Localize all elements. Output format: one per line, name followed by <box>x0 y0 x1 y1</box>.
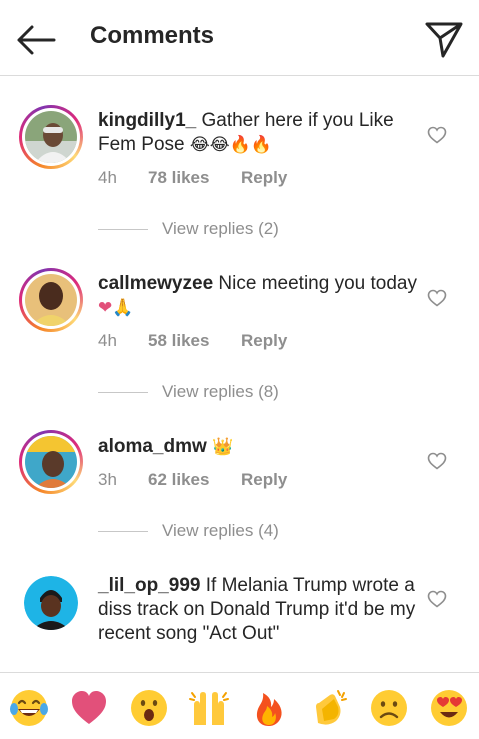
heart-outline-icon <box>427 452 447 470</box>
divider-line <box>98 530 148 532</box>
heart-outline-icon <box>427 126 447 144</box>
comment-username[interactable]: callmewyzee <box>98 273 213 294</box>
like-button[interactable] <box>427 590 447 608</box>
comment-emojis: 😂😂🔥🔥 <box>189 135 272 155</box>
emoji-quick-bar <box>0 672 479 739</box>
comment-meta: 4h 58 likes Reply <box>98 331 287 351</box>
emoji-tears-of-joy-icon[interactable] <box>8 687 50 729</box>
top-bar: Comments <box>0 0 479 76</box>
comment-time: 3h <box>98 470 117 489</box>
page-title: Comments <box>90 22 215 49</box>
comment-likes[interactable]: 78 likes <box>148 168 241 188</box>
view-replies-button[interactable]: View replies (2) <box>98 219 279 239</box>
emoji-heart-icon[interactable] <box>68 687 110 729</box>
comment-meta: 4h 78 likes Reply <box>98 168 287 188</box>
avatar[interactable] <box>19 105 83 169</box>
like-button[interactable] <box>427 289 447 307</box>
comment-username[interactable]: kingdilly1_ <box>98 110 196 131</box>
divider-line <box>98 391 148 393</box>
emoji-fire-icon[interactable] <box>248 687 290 729</box>
avatar[interactable] <box>19 430 83 494</box>
emoji-heart-eyes-icon[interactable] <box>428 687 470 729</box>
comment-likes[interactable]: 62 likes <box>148 470 241 490</box>
view-replies-button[interactable]: View replies (4) <box>98 521 279 541</box>
comment-emojis: ❤🙏 <box>98 298 134 318</box>
reply-button[interactable]: Reply <box>241 168 287 188</box>
paper-plane-icon <box>425 22 463 58</box>
emoji-clapping-hands-icon[interactable] <box>308 687 350 729</box>
comment-text: callmewyzee Nice meeting you today ❤🙏 <box>98 272 420 320</box>
comment-meta: 3h 62 likes Reply <box>98 470 287 490</box>
comment-emojis: 👑 <box>212 437 234 457</box>
comment-body: Nice meeting you today <box>213 273 417 294</box>
avatar[interactable] <box>24 576 78 630</box>
comment-username[interactable]: _lil_op_999 <box>98 575 200 596</box>
avatar[interactable] <box>19 268 83 332</box>
back-button[interactable] <box>14 20 58 60</box>
like-button[interactable] <box>427 126 447 144</box>
emoji-raised-hands-icon[interactable] <box>188 687 230 729</box>
reply-button[interactable]: Reply <box>241 331 287 351</box>
arrow-left-icon <box>17 25 56 55</box>
emoji-surprised-icon[interactable] <box>128 687 170 729</box>
share-button[interactable] <box>423 18 465 60</box>
heart-outline-icon <box>427 289 447 307</box>
view-replies-button[interactable]: View replies (8) <box>98 382 279 402</box>
view-replies-label: View replies (8) <box>162 382 279 401</box>
comment-time: 4h <box>98 331 117 350</box>
emoji-sad-face-icon[interactable] <box>368 687 410 729</box>
comment-text: kingdilly1_ Gather here if you Like Fem … <box>98 109 420 157</box>
comment-time: 4h <box>98 168 117 187</box>
comment-username[interactable]: aloma_dmw <box>98 436 207 457</box>
heart-outline-icon <box>427 590 447 608</box>
comment-likes[interactable]: 58 likes <box>148 331 241 351</box>
reply-button[interactable]: Reply <box>241 470 287 490</box>
like-button[interactable] <box>427 452 447 470</box>
comment-text: _lil_op_999 If Melania Trump wrote a dis… <box>98 574 420 646</box>
comment-text: aloma_dmw 👑 <box>98 435 420 459</box>
view-replies-label: View replies (4) <box>162 521 279 540</box>
divider-line <box>98 228 148 230</box>
view-replies-label: View replies (2) <box>162 219 279 238</box>
